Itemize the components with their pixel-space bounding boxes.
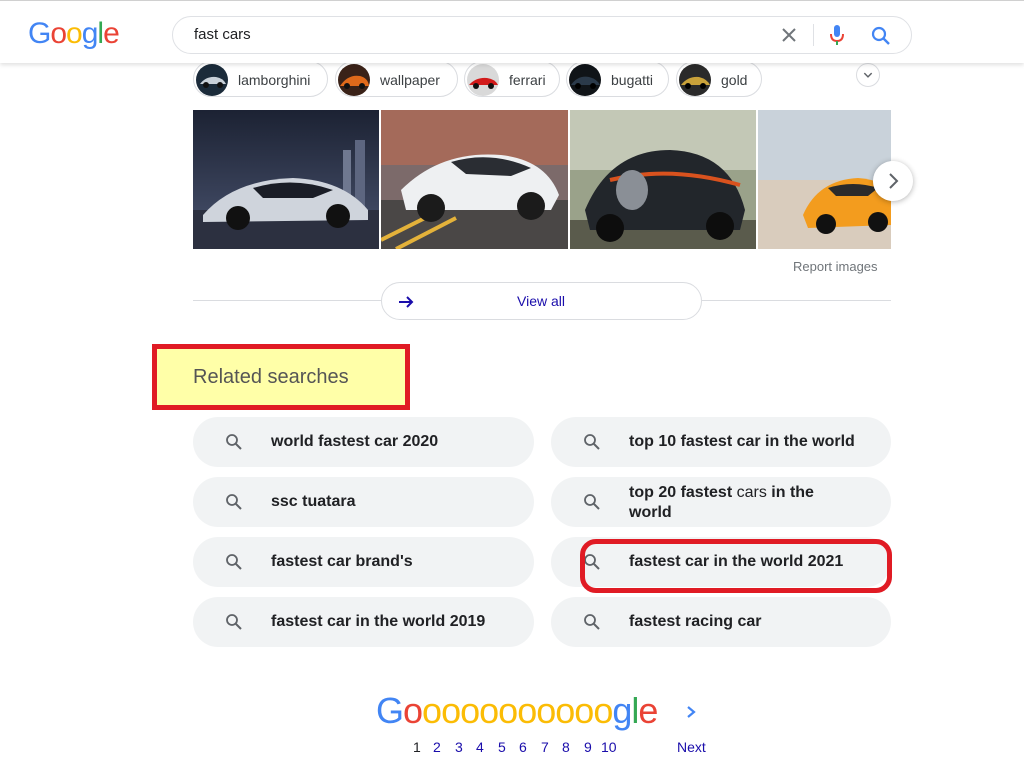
related-search-label-bold: in the [771, 484, 814, 501]
related-searches-highlight: Related searches [152, 344, 410, 410]
chip-lamborghini[interactable]: lamborghini [193, 61, 328, 97]
gold-car-thumbnail-icon [679, 64, 711, 96]
search-input[interactable]: fast cars [172, 16, 912, 54]
search-icon [226, 614, 242, 630]
view-all-divider-right [702, 300, 891, 301]
related-search-label-bold: world [629, 504, 672, 521]
car-image-2[interactable] [381, 110, 568, 249]
related-search-label: top 20 fastest cars in the world [629, 483, 814, 523]
search-icon [584, 494, 600, 510]
related-search-item[interactable]: fastest car brand's [193, 537, 534, 587]
logo-letter: G [28, 17, 51, 50]
related-search-label-bold: top 20 fastest [629, 484, 733, 501]
search-divider [813, 24, 814, 46]
logo-letter: e [103, 17, 120, 50]
pagination-logo-letter: o [498, 690, 518, 731]
page-number-link[interactable]: 7 [541, 739, 549, 755]
page-number-link[interactable]: 9 [584, 739, 592, 755]
pagination-logo-letter: G [376, 690, 404, 731]
chip-bugatti[interactable]: bugatti [566, 61, 669, 97]
pagination-logo-letter: o [403, 690, 423, 731]
clear-icon[interactable] [779, 25, 799, 45]
pagination-logo-letter: g [612, 690, 632, 731]
related-search-item[interactable]: fastest car in the world 2021 [551, 537, 891, 587]
car-image-3[interactable] [570, 110, 756, 249]
chevron-down-icon[interactable] [856, 63, 880, 87]
related-search-label-normal: cars [736, 484, 767, 501]
pagination-logo-letter: o [422, 690, 442, 731]
related-search-label: ssc tuatara [271, 493, 356, 510]
next-page-link[interactable]: Next [677, 739, 706, 755]
next-chevron-icon[interactable] [684, 703, 698, 721]
report-images-link[interactable]: Report images [793, 259, 878, 274]
chip-label: gold [721, 72, 748, 88]
page-number-link[interactable]: 5 [498, 739, 506, 755]
pagination-logo-letter: o [593, 690, 613, 731]
chip-gold[interactable]: gold [676, 61, 762, 97]
search-icon [226, 554, 242, 570]
related-search-label: fastest racing car [629, 613, 762, 630]
google-logo[interactable]: Google [28, 17, 120, 51]
images-next-chevron-icon[interactable] [873, 161, 913, 201]
related-search-label: fastest car brand's [271, 553, 413, 570]
chip-label: bugatti [611, 72, 654, 88]
page-number-link[interactable]: 3 [455, 739, 463, 755]
pagination-logo: Gooooooooooogle [376, 690, 658, 732]
related-search-label: fastest car in the world 2021 [629, 553, 844, 570]
search-icon [226, 494, 242, 510]
related-search-label: world fastest car 2020 [271, 433, 439, 450]
ferrari-thumbnail-icon [467, 64, 499, 96]
related-search-item[interactable]: fastest car in the world 2019 [193, 597, 534, 647]
search-header: Google fast cars [0, 0, 1024, 63]
pagination-logo-letter: o [460, 690, 480, 731]
view-all-label: View all [517, 293, 565, 309]
search-icon [584, 434, 600, 450]
pagination-logo-letter: o [555, 690, 575, 731]
search-icon [226, 434, 242, 450]
view-all-divider-left [193, 300, 381, 301]
pagination-logo-letter: o [574, 690, 594, 731]
related-search-item[interactable]: world fastest car 2020 [193, 417, 534, 467]
chip-label: lamborghini [238, 72, 311, 88]
pagination-logo-letter: o [517, 690, 537, 731]
search-query-text[interactable]: fast cars [194, 26, 251, 43]
arrow-right-icon [399, 296, 414, 308]
page-number-link[interactable]: 8 [562, 739, 570, 755]
page-number-link[interactable]: 2 [433, 739, 441, 755]
pagination-logo-letter: o [441, 690, 461, 731]
chip-label: wallpaper [380, 72, 440, 88]
page-number-link[interactable]: 4 [476, 739, 484, 755]
chip-wallpaper[interactable]: wallpaper [335, 61, 458, 97]
related-searches-title: Related searches [193, 366, 349, 388]
pagination-logo-letter: e [638, 690, 658, 731]
logo-letter: o [50, 17, 67, 50]
pagination-logo-letter: o [479, 690, 499, 731]
related-search-item[interactable]: ssc tuatara [193, 477, 534, 527]
page-number-link[interactable]: 6 [519, 739, 527, 755]
car-image-1[interactable] [193, 110, 379, 249]
bugatti-thumbnail-icon [569, 64, 601, 96]
pagination-logo-letter: o [536, 690, 556, 731]
car-image-4[interactable] [758, 110, 891, 249]
search-icon [584, 614, 600, 630]
logo-letter: g [81, 17, 99, 50]
page-number-link[interactable]: 10 [601, 739, 617, 755]
logo-letter: o [66, 17, 83, 50]
view-all-button[interactable]: View all [381, 282, 702, 320]
microphone-icon[interactable] [828, 24, 846, 46]
related-search-item[interactable]: top 10 fastest car in the world [551, 417, 891, 467]
wallpaper-thumbnail-icon [338, 64, 370, 96]
related-search-label: fastest car in the world 2019 [271, 613, 486, 630]
chip-ferrari[interactable]: ferrari [464, 61, 560, 97]
search-icon[interactable] [870, 25, 892, 47]
related-search-label: top 10 fastest car in the world [629, 433, 855, 450]
search-icon [584, 554, 600, 570]
lamborghini-thumbnail-icon [196, 64, 228, 96]
page-number-current: 1 [413, 739, 421, 755]
related-search-item[interactable]: fastest racing car [551, 597, 891, 647]
chip-label: ferrari [509, 72, 546, 88]
related-search-item[interactable]: top 20 fastest cars in the world [551, 477, 891, 527]
